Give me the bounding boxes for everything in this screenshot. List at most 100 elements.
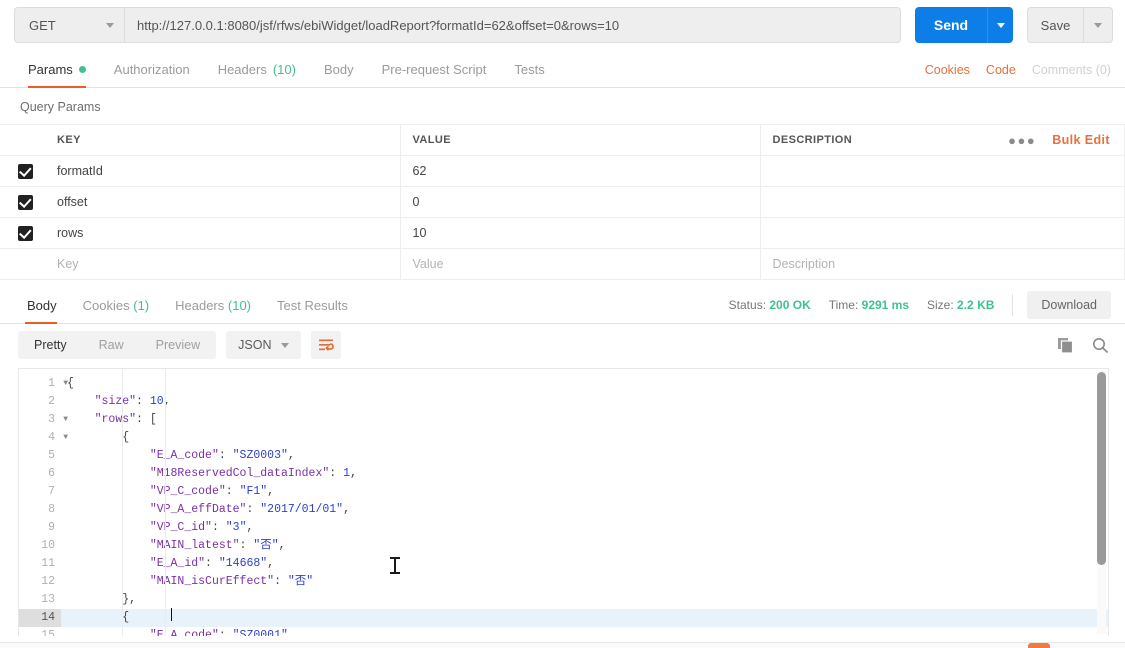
word-wrap-button[interactable] — [311, 331, 342, 359]
response-tab-headers[interactable]: Headers (10) — [162, 287, 264, 323]
tab-label: Headers — [175, 297, 225, 313]
row-key[interactable]: formatId — [45, 155, 401, 187]
line-number: 12 — [41, 575, 55, 588]
view-preview[interactable]: Preview — [140, 331, 216, 359]
view-raw[interactable]: Raw — [83, 331, 140, 359]
code-line[interactable]: "E_A_code": "SZ0003", — [61, 447, 1108, 465]
code-line[interactable]: "size": 10, — [61, 393, 1108, 411]
code-line[interactable]: "MAIN_isCurEffect": "否" — [61, 573, 1108, 591]
row-value[interactable]: 62 — [400, 155, 761, 187]
tab-headers[interactable]: Headers (10) — [204, 62, 310, 87]
new-key-input[interactable]: Key — [45, 248, 401, 280]
code-line[interactable]: "VP_C_id": "3", — [61, 519, 1108, 537]
row-description[interactable] — [760, 217, 1125, 249]
tab-tests[interactable]: Tests — [500, 62, 558, 87]
header-description: DESCRIPTION — [772, 134, 853, 146]
tab-authorization[interactable]: Authorization — [100, 62, 204, 87]
line-number: 2 — [48, 395, 55, 408]
table-row: offset 0 — [0, 186, 1125, 218]
http-method-select[interactable]: GET — [14, 7, 124, 43]
save-button[interactable]: Save — [1027, 7, 1083, 43]
text-caret — [171, 608, 172, 621]
code-line[interactable]: "VP_A_effDate": "2017/01/01", — [61, 501, 1108, 519]
url-input[interactable] — [124, 7, 901, 43]
request-tabs-actions: Cookies Code Comments (0) — [925, 63, 1111, 87]
time-value: 9291 ms — [861, 297, 910, 312]
tab-label: Body — [323, 62, 354, 77]
row-checkbox[interactable] — [18, 225, 33, 241]
status-label: Status: — [728, 297, 767, 312]
download-button[interactable]: Download — [1027, 290, 1111, 319]
header-value: VALUE — [400, 124, 761, 156]
row-value[interactable]: 0 — [400, 186, 761, 218]
code-line[interactable]: "MAIN_latest": "否", — [61, 537, 1108, 555]
tab-body[interactable]: Body — [310, 62, 368, 87]
code-line[interactable]: { — [61, 609, 1108, 627]
new-description-input[interactable]: Description — [760, 248, 1125, 280]
status-group: Status: 200 OK — [729, 298, 811, 312]
code-line[interactable]: "VP_C_code": "F1", — [61, 483, 1108, 501]
copy-icon — [1058, 337, 1074, 354]
new-value-input[interactable]: Value — [400, 248, 761, 280]
line-number: 15 — [41, 629, 55, 636]
row-key[interactable]: offset — [45, 186, 401, 218]
cookies-link[interactable]: Cookies — [925, 63, 970, 77]
line-number: 11 — [41, 557, 55, 570]
row-description[interactable] — [760, 186, 1125, 218]
code-line[interactable]: "E_A_id": "14668", — [61, 555, 1108, 573]
response-tab-cookies[interactable]: Cookies (1) — [70, 287, 162, 323]
row-value[interactable]: 10 — [400, 217, 761, 249]
tab-badge: (10) — [272, 62, 296, 77]
row-key[interactable]: rows — [45, 217, 401, 249]
tab-label: Params — [28, 62, 73, 77]
table-header-row: KEY VALUE DESCRIPTION ●●● Bulk Edit — [0, 124, 1125, 156]
body-format-select[interactable]: JSON — [226, 331, 302, 359]
body-view-switch: Pretty Raw Preview — [18, 331, 217, 359]
code-line-numbers: 1▼23▼4▼567891011121314▼1516171819 — [19, 369, 68, 636]
header-key: KEY — [45, 124, 401, 156]
row-checkbox[interactable] — [18, 163, 33, 179]
code-content[interactable]: { "size": 10, "rows": [ { "E_A_code": "S… — [61, 369, 1108, 636]
code-line[interactable]: "M18ReservedCol_dataIndex": 1, — [61, 465, 1108, 483]
empty-row-checkbox-cell — [0, 248, 45, 280]
response-body-viewer[interactable]: 1▼23▼4▼567891011121314▼1516171819 { "siz… — [18, 368, 1109, 636]
size-value: 2.2 KB — [957, 297, 995, 312]
time-label: Time: — [828, 297, 859, 312]
meta-divider — [1012, 293, 1014, 316]
code-line[interactable]: { — [61, 375, 1108, 393]
comments-link[interactable]: Comments (0) — [1032, 63, 1111, 77]
http-method-label: GET — [29, 17, 56, 33]
code-line[interactable]: }, — [61, 591, 1108, 609]
response-tab-body[interactable]: Body — [14, 287, 70, 324]
code-line[interactable]: { — [61, 429, 1108, 447]
tab-label: Pre-request Script — [381, 62, 487, 77]
bulk-edit-link[interactable]: Bulk Edit — [1052, 133, 1110, 147]
save-options-button[interactable] — [1083, 7, 1113, 43]
code-scrollbar-thumb[interactable] — [1097, 372, 1106, 565]
tab-label: Headers — [217, 62, 267, 77]
line-number: 1 ▼ — [19, 375, 68, 393]
more-options-icon[interactable]: ●●● — [1008, 133, 1036, 148]
response-tab-test-results[interactable]: Test Results — [264, 287, 361, 323]
save-button-group: Save — [1027, 7, 1113, 43]
line-number: 3 ▼ — [19, 411, 68, 429]
search-button[interactable] — [1092, 337, 1109, 354]
tab-params[interactable]: Params — [14, 62, 100, 88]
send-options-button[interactable] — [987, 7, 1013, 43]
line-number: 6 — [48, 467, 55, 480]
code-line[interactable]: "E_A_code": "SZ0001", — [61, 627, 1108, 636]
query-params-title: Query Params — [20, 100, 101, 114]
row-checkbox[interactable] — [18, 194, 33, 210]
row-checkbox-cell — [0, 217, 45, 249]
response-tabs: Body Cookies (1) Headers (10) Test Resul… — [0, 286, 1125, 324]
line-number: 7 — [48, 485, 55, 498]
row-description[interactable] — [760, 155, 1125, 187]
code-line[interactable]: "rows": [ — [61, 411, 1108, 429]
tab-pre-request-script[interactable]: Pre-request Script — [368, 62, 501, 87]
send-button[interactable]: Send — [915, 7, 987, 43]
code-link[interactable]: Code — [986, 63, 1016, 77]
chevron-down-icon — [281, 342, 290, 348]
view-pretty[interactable]: Pretty — [18, 331, 83, 359]
time-group: Time: 9291 ms — [829, 298, 909, 312]
copy-button[interactable] — [1057, 337, 1074, 354]
